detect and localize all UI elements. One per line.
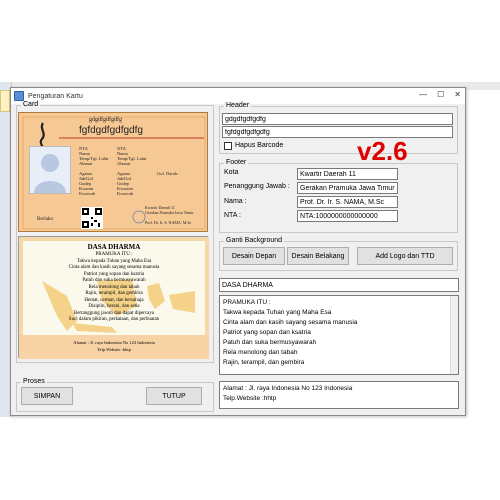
- kota-input[interactable]: [297, 168, 398, 180]
- header-line2-input[interactable]: [222, 126, 453, 138]
- nama-input[interactable]: [297, 196, 398, 208]
- card-back-footer: Alamat : Jl. raya Indonesia No 123 Indon…: [19, 335, 209, 359]
- app-icon: [14, 91, 24, 101]
- simpan-button[interactable]: SIMPAN: [21, 387, 73, 405]
- textarea-scrollbar[interactable]: [450, 296, 458, 374]
- window-title: Pengaturan Kartu: [28, 92, 83, 100]
- header-line1-input[interactable]: [222, 113, 453, 125]
- desain-depan-button[interactable]: Desain Depan: [223, 247, 285, 265]
- alamat-textarea[interactable]: Alamat : Jl. raya Indonesia No 123 Indon…: [219, 381, 459, 409]
- hapus-barcode-checkbox[interactable]: [224, 142, 232, 150]
- card-org-name-big: fgfdgdfgdfgdfg: [79, 125, 143, 136]
- tutup-button[interactable]: TUTUP: [146, 387, 202, 405]
- penanggung-jawab-input[interactable]: [297, 182, 398, 194]
- card-group-label: Card: [21, 101, 41, 108]
- header-group-label: Header: [224, 102, 251, 109]
- dasa-dharma-title: DASA DHARMA: [87, 243, 141, 251]
- berlaku-label: Berlaku: [37, 217, 53, 222]
- card-back-preview: DASA DHARMA PRAMUKA ITU : Takwa kepada T…: [18, 236, 209, 359]
- nta-label: NTA :: [224, 212, 241, 219]
- gol-darah-label: Gol. Darah :: [157, 171, 180, 176]
- card-org-name: gdgdfgdfgdfg: [89, 117, 122, 123]
- close-icon[interactable]: ✕: [454, 90, 461, 99]
- nama-label: Nama :: [224, 198, 247, 205]
- proses-group-label: Proses: [21, 378, 47, 385]
- nta-input[interactable]: [297, 210, 398, 222]
- person-silhouette-icon: [30, 147, 70, 193]
- card-fields-right: NTA Nama Temp/Tgl. Lahir Alamat Agama Jab/Gol…: [117, 146, 147, 196]
- dasa-dharma-title-input[interactable]: [219, 278, 459, 292]
- card-front-preview: gdgdfgdfgdfg fgfdgdfgdfgdfg NTA Nama Temp/…: [18, 112, 208, 232]
- background-app-tab: [0, 90, 10, 112]
- penanggung-jawab-label: Penanggung Jawab :: [224, 183, 290, 190]
- dasa-dharma-list: PRAMUKA ITU : Takwa kepada Tuhan yang Ma…: [68, 252, 160, 322]
- card-fields-left: NTA Nama Temp/Tgl. Lahir Alamat Agama Jab/Gol…: [79, 146, 109, 196]
- qr-code-icon: [81, 207, 103, 229]
- kota-label: Kota: [224, 169, 239, 176]
- add-logo-ttd-button[interactable]: Add Logo dan TTD: [357, 247, 453, 265]
- photo-placeholder: [29, 146, 71, 194]
- dasa-dharma-textarea[interactable]: PRAMUKA ITU : Takwa kepada Tuhan yang Mah…: [219, 295, 459, 375]
- card-signature-block: Kwartir Daerah 11 Gerakan Pramuka Jawa T…: [145, 205, 194, 225]
- hapus-barcode-label: Hapus Barcode: [235, 142, 284, 149]
- maximize-icon[interactable]: ☐: [437, 90, 444, 99]
- minimize-icon[interactable]: —: [419, 90, 427, 99]
- background-group-label: Ganti Background: [224, 237, 285, 244]
- footer-group-label: Footer: [224, 159, 249, 166]
- desain-belakang-button[interactable]: Desain Belakang: [287, 247, 349, 265]
